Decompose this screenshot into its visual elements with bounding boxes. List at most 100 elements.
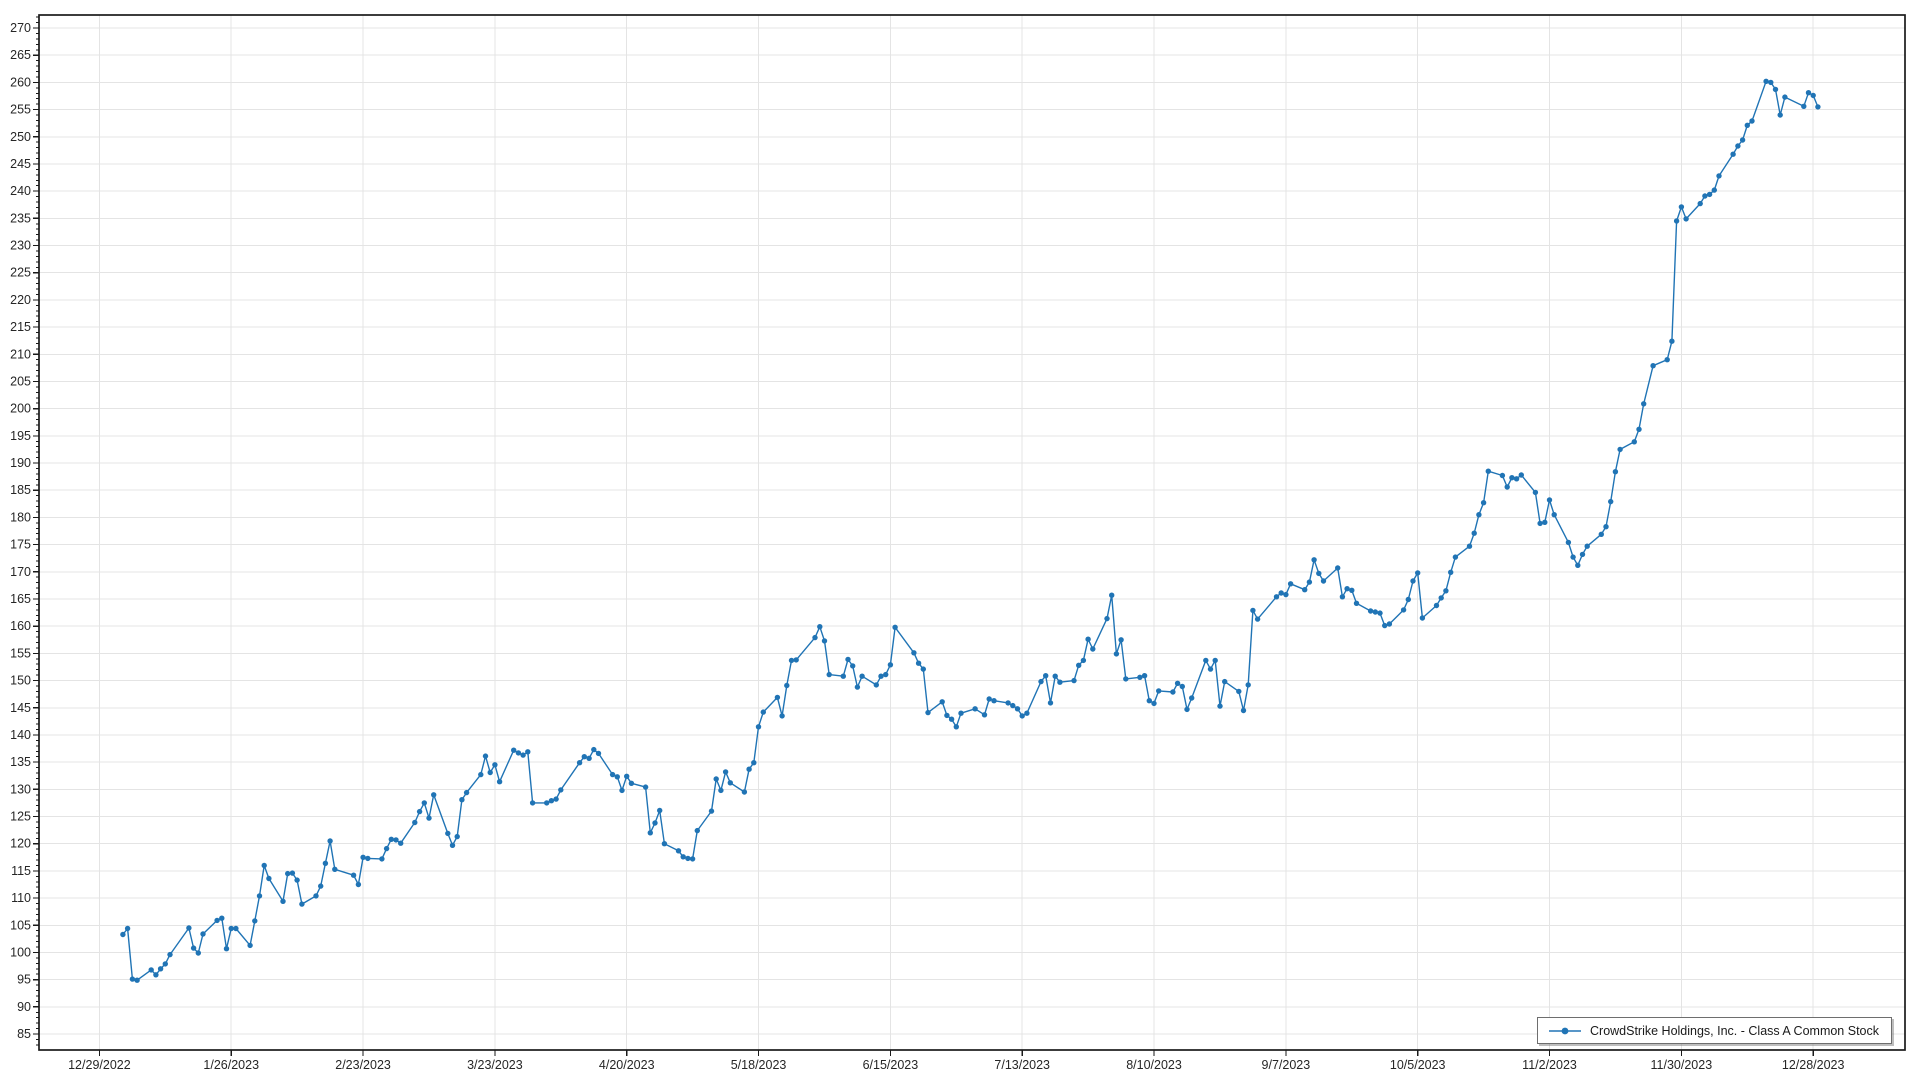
data-point-marker	[412, 820, 417, 825]
x-tick-label: 7/13/2023	[994, 1058, 1050, 1072]
data-point-marker	[610, 772, 615, 777]
data-point-marker	[247, 943, 252, 948]
data-point-marker	[1241, 708, 1246, 713]
data-point-marker	[728, 780, 733, 785]
x-tick-label: 5/18/2023	[731, 1058, 787, 1072]
data-point-marker	[455, 834, 460, 839]
data-point-marker	[1048, 700, 1053, 705]
data-point-marker	[1302, 587, 1307, 592]
data-point-marker	[478, 772, 483, 777]
data-point-marker	[987, 696, 992, 701]
data-point-marker	[1085, 637, 1090, 642]
data-point-marker	[553, 796, 558, 801]
data-point-marker	[1236, 689, 1241, 694]
y-tick-label: 150	[10, 674, 31, 688]
data-point-marker	[483, 753, 488, 758]
data-point-marker	[191, 945, 196, 950]
data-point-marker	[1641, 401, 1646, 406]
data-point-marker	[1580, 552, 1585, 557]
data-point-marker	[393, 837, 398, 842]
y-tick-label: 170	[10, 565, 31, 579]
y-tick-label: 215	[10, 320, 31, 334]
data-point-marker	[709, 808, 714, 813]
data-point-marker	[130, 976, 135, 981]
data-point-marker	[1038, 679, 1043, 684]
data-point-marker	[1533, 490, 1538, 495]
y-tick-label: 175	[10, 538, 31, 552]
data-point-marker	[1740, 137, 1745, 142]
y-tick-label: 220	[10, 293, 31, 307]
data-point-marker	[991, 698, 996, 703]
data-point-marker	[756, 724, 761, 729]
data-point-marker	[714, 776, 719, 781]
data-point-marker	[332, 867, 337, 872]
data-point-marker	[1585, 544, 1590, 549]
data-point-marker	[1142, 673, 1147, 678]
data-point-marker	[327, 838, 332, 843]
data-point-marker	[1081, 658, 1086, 663]
data-point-marker	[1613, 469, 1618, 474]
data-point-marker	[252, 918, 257, 923]
data-point-marker	[488, 770, 493, 775]
data-point-marker	[648, 830, 653, 835]
gridlines	[39, 15, 1905, 1050]
data-point-marker	[1716, 173, 1721, 178]
data-point-marker	[615, 774, 620, 779]
x-tick-label: 8/10/2023	[1126, 1058, 1182, 1072]
data-point-marker	[1250, 608, 1255, 613]
axis-ticks	[33, 17, 1813, 1056]
data-point-marker	[1778, 112, 1783, 117]
data-point-marker	[1768, 80, 1773, 85]
data-point-marker	[1476, 512, 1481, 517]
data-point-marker	[1815, 104, 1820, 109]
y-tick-label: 120	[10, 837, 31, 851]
legend[interactable]: CrowdStrike Holdings, Inc. - Class A Com…	[1537, 1017, 1892, 1044]
x-tick-label: 3/23/2023	[467, 1058, 523, 1072]
data-point-marker	[1279, 590, 1284, 595]
legend-series-label: CrowdStrike Holdings, Inc. - Class A Com…	[1590, 1024, 1879, 1038]
data-point-marker	[417, 809, 422, 814]
data-point-marker	[1665, 357, 1670, 362]
data-point-marker	[1632, 439, 1637, 444]
data-point-marker	[845, 657, 850, 662]
data-point-marker	[1401, 607, 1406, 612]
data-point-marker	[257, 893, 262, 898]
y-tick-label: 205	[10, 374, 31, 388]
y-tick-label: 130	[10, 782, 31, 796]
data-point-marker	[516, 750, 521, 755]
data-point-marker	[841, 674, 846, 679]
data-point-marker	[888, 662, 893, 667]
data-point-marker	[1246, 682, 1251, 687]
data-point-marker	[1443, 588, 1448, 593]
data-point-marker	[1514, 476, 1519, 481]
data-point-marker	[544, 800, 549, 805]
data-point-marker	[652, 820, 657, 825]
data-point-marker	[949, 717, 954, 722]
data-point-marker	[859, 674, 864, 679]
data-point-marker	[624, 774, 629, 779]
data-point-marker	[1340, 594, 1345, 599]
y-tick-label: 180	[10, 510, 31, 524]
data-point-marker	[779, 713, 784, 718]
data-point-marker	[511, 748, 516, 753]
price-line	[123, 81, 1818, 980]
data-point-marker	[214, 918, 219, 923]
data-point-marker	[1217, 703, 1222, 708]
data-point-marker	[1782, 94, 1787, 99]
y-tick-label: 165	[10, 592, 31, 606]
data-point-marker	[582, 754, 587, 759]
data-point-marker	[794, 657, 799, 662]
data-point-marker	[746, 767, 751, 772]
data-point-marker	[1735, 143, 1740, 148]
data-point-marker	[1537, 521, 1542, 526]
data-point-marker	[1749, 118, 1754, 123]
data-point-marker	[1015, 706, 1020, 711]
y-tick-label: 105	[10, 918, 31, 932]
data-point-marker	[1542, 520, 1547, 525]
data-point-marker	[874, 682, 879, 687]
data-point-marker	[1575, 563, 1580, 568]
data-point-marker	[186, 925, 191, 930]
data-point-marker	[1566, 540, 1571, 545]
line-marker-icon	[1548, 1026, 1582, 1036]
data-point-marker	[775, 695, 780, 700]
